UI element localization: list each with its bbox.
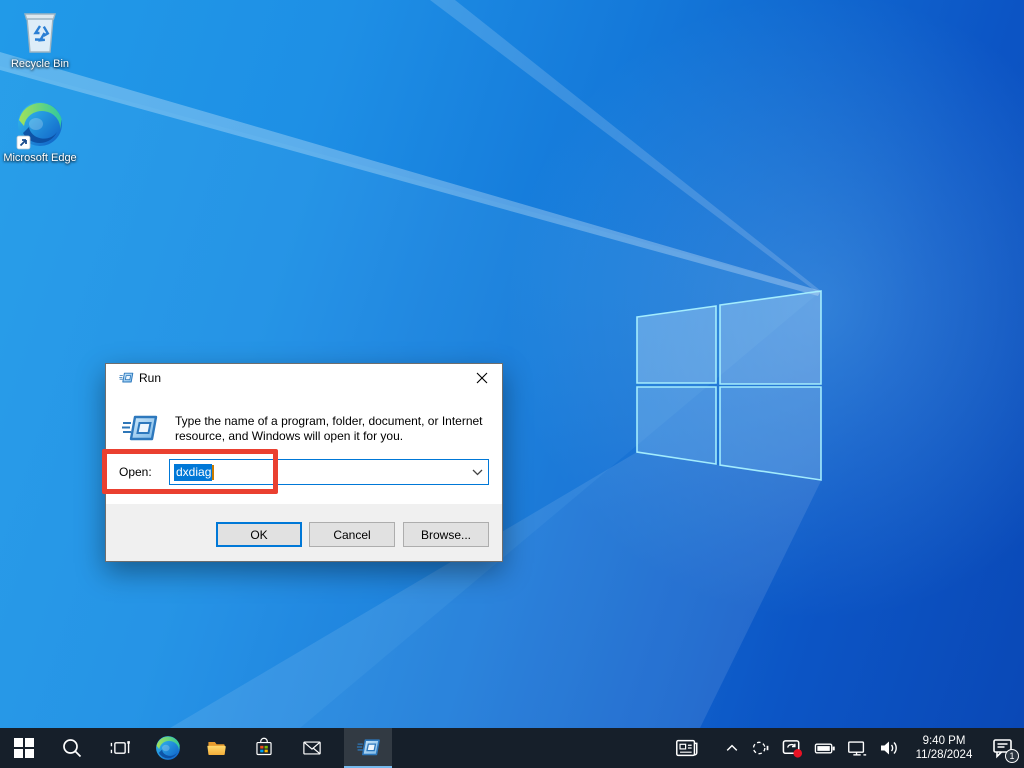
open-label: Open: — [119, 460, 152, 485]
notification-badge: 1 — [1005, 749, 1019, 763]
speaker-icon — [878, 738, 900, 758]
action-center-button[interactable]: 1 — [986, 730, 1020, 766]
open-input-value: dxdiag — [174, 464, 212, 481]
close-icon — [476, 372, 488, 384]
instruction-text: Type the name of a program, folder, docu… — [175, 414, 487, 444]
dialog-button-bar: OK Cancel Browse... — [106, 504, 502, 561]
desktop-icon-recycle-bin[interactable]: Recycle Bin — [2, 6, 78, 71]
windows-logo-icon — [14, 738, 34, 758]
run-titlebar-icon — [118, 370, 134, 386]
dashed-circle-icon — [750, 738, 771, 758]
run-dialog-titlebar[interactable]: Run — [106, 364, 502, 391]
alert-red-dot — [793, 748, 802, 757]
battery-icon — [814, 738, 836, 758]
taskbar: 9:40 PM 11/28/2024 1 — [0, 728, 1024, 768]
file-explorer-icon — [203, 735, 229, 761]
taskbar-microsoft-store[interactable] — [240, 728, 288, 768]
task-view-icon — [108, 736, 132, 760]
run-dialog: Run Type the name of a program, folder, … — [105, 363, 503, 562]
open-combobox[interactable]: dxdiag — [169, 459, 489, 485]
microsoft-edge-icon — [155, 735, 181, 761]
text-caret — [212, 465, 214, 480]
browse-button[interactable]: Browse... — [403, 522, 489, 547]
combobox-dropdown-button[interactable] — [466, 460, 488, 484]
taskbar-file-explorer[interactable] — [192, 728, 240, 768]
tray-sync-alert-button[interactable] — [779, 736, 806, 761]
network-button[interactable] — [844, 736, 870, 760]
network-ethernet-icon — [846, 738, 868, 758]
taskbar-microsoft-edge[interactable] — [144, 728, 192, 768]
windows-desktop: Recycle Bin Microsoft Edge Run Type the … — [0, 0, 1024, 768]
cancel-button[interactable]: Cancel — [309, 522, 395, 547]
clock-time: 9:40 PM — [908, 734, 980, 748]
news-icon — [674, 736, 700, 760]
ok-button[interactable]: OK — [216, 522, 302, 547]
shortcut-arrow-icon — [17, 136, 30, 149]
clock-date: 11/28/2024 — [908, 748, 980, 762]
task-view-button[interactable] — [96, 728, 144, 768]
microsoft-edge-label: Microsoft Edge — [2, 152, 78, 165]
microsoft-store-icon — [251, 735, 277, 761]
microsoft-edge-icon — [15, 100, 65, 150]
sync-alert-icon — [781, 738, 804, 759]
system-tray: 9:40 PM 11/28/2024 1 — [672, 728, 1020, 768]
search-icon — [61, 737, 83, 759]
recycle-bin-label: Recycle Bin — [2, 58, 78, 71]
volume-button[interactable] — [876, 736, 902, 760]
search-button[interactable] — [48, 728, 96, 768]
chevron-down-icon — [472, 469, 483, 476]
hidden-icons-button[interactable] — [722, 738, 742, 758]
desktop-icon-microsoft-edge[interactable]: Microsoft Edge — [2, 100, 78, 165]
run-icon — [355, 735, 381, 761]
taskbar-run-active[interactable] — [344, 728, 392, 768]
tray-device-button[interactable] — [748, 736, 773, 760]
dialog-title: Run — [139, 371, 161, 385]
run-dialog-icon — [118, 409, 160, 449]
recycle-bin-icon — [17, 6, 63, 56]
mail-icon — [299, 735, 325, 761]
chevron-up-icon — [724, 740, 740, 756]
taskbar-mail[interactable] — [288, 728, 336, 768]
battery-button[interactable] — [812, 736, 838, 760]
close-button[interactable] — [461, 364, 502, 391]
taskbar-clock[interactable]: 9:40 PM 11/28/2024 — [908, 734, 980, 762]
start-button[interactable] — [0, 728, 48, 768]
news-widget-button[interactable] — [672, 734, 702, 762]
